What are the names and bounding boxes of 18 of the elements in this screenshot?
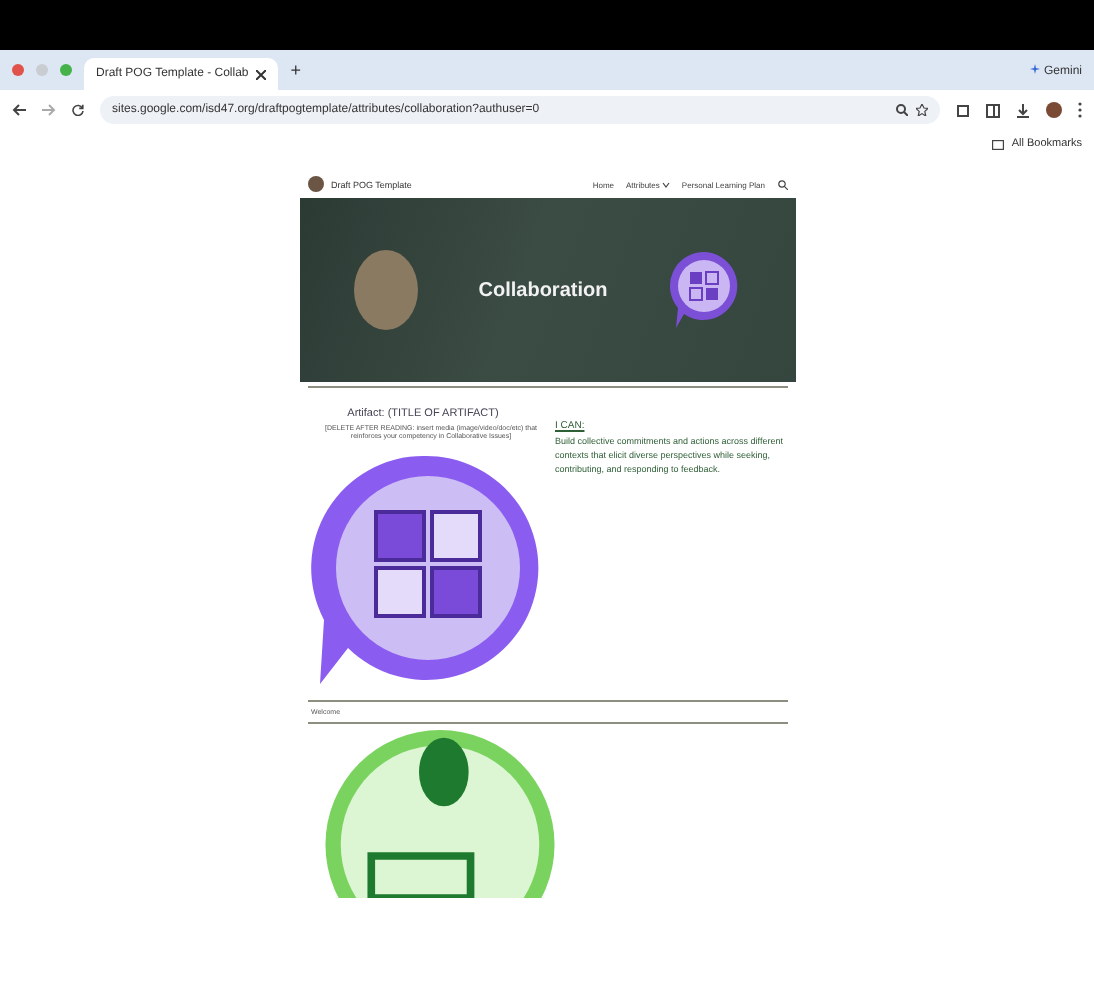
caret-icon <box>661 181 670 187</box>
sparkle-icon <box>1029 63 1040 73</box>
search-icon[interactable] <box>896 104 908 116</box>
close-window-icon[interactable] <box>12 64 24 76</box>
back-icon[interactable] <box>12 104 26 116</box>
side-panel-icon[interactable] <box>986 103 1000 117</box>
folder-icon[interactable] <box>991 139 1004 149</box>
reload-icon[interactable] <box>72 104 84 116</box>
new-tab-button[interactable]: + <box>290 60 302 80</box>
banner-title: Collaboration <box>478 279 608 301</box>
site-logo-icon[interactable] <box>307 176 323 192</box>
close-icon[interactable] <box>256 69 267 79</box>
puzzle-badge-drawing <box>668 250 741 330</box>
photo-placeholder <box>353 250 418 330</box>
star-icon[interactable] <box>916 104 928 116</box>
avatar-icon[interactable] <box>1046 102 1062 118</box>
search-icon[interactable] <box>777 179 787 189</box>
download-icon[interactable] <box>1016 103 1030 117</box>
